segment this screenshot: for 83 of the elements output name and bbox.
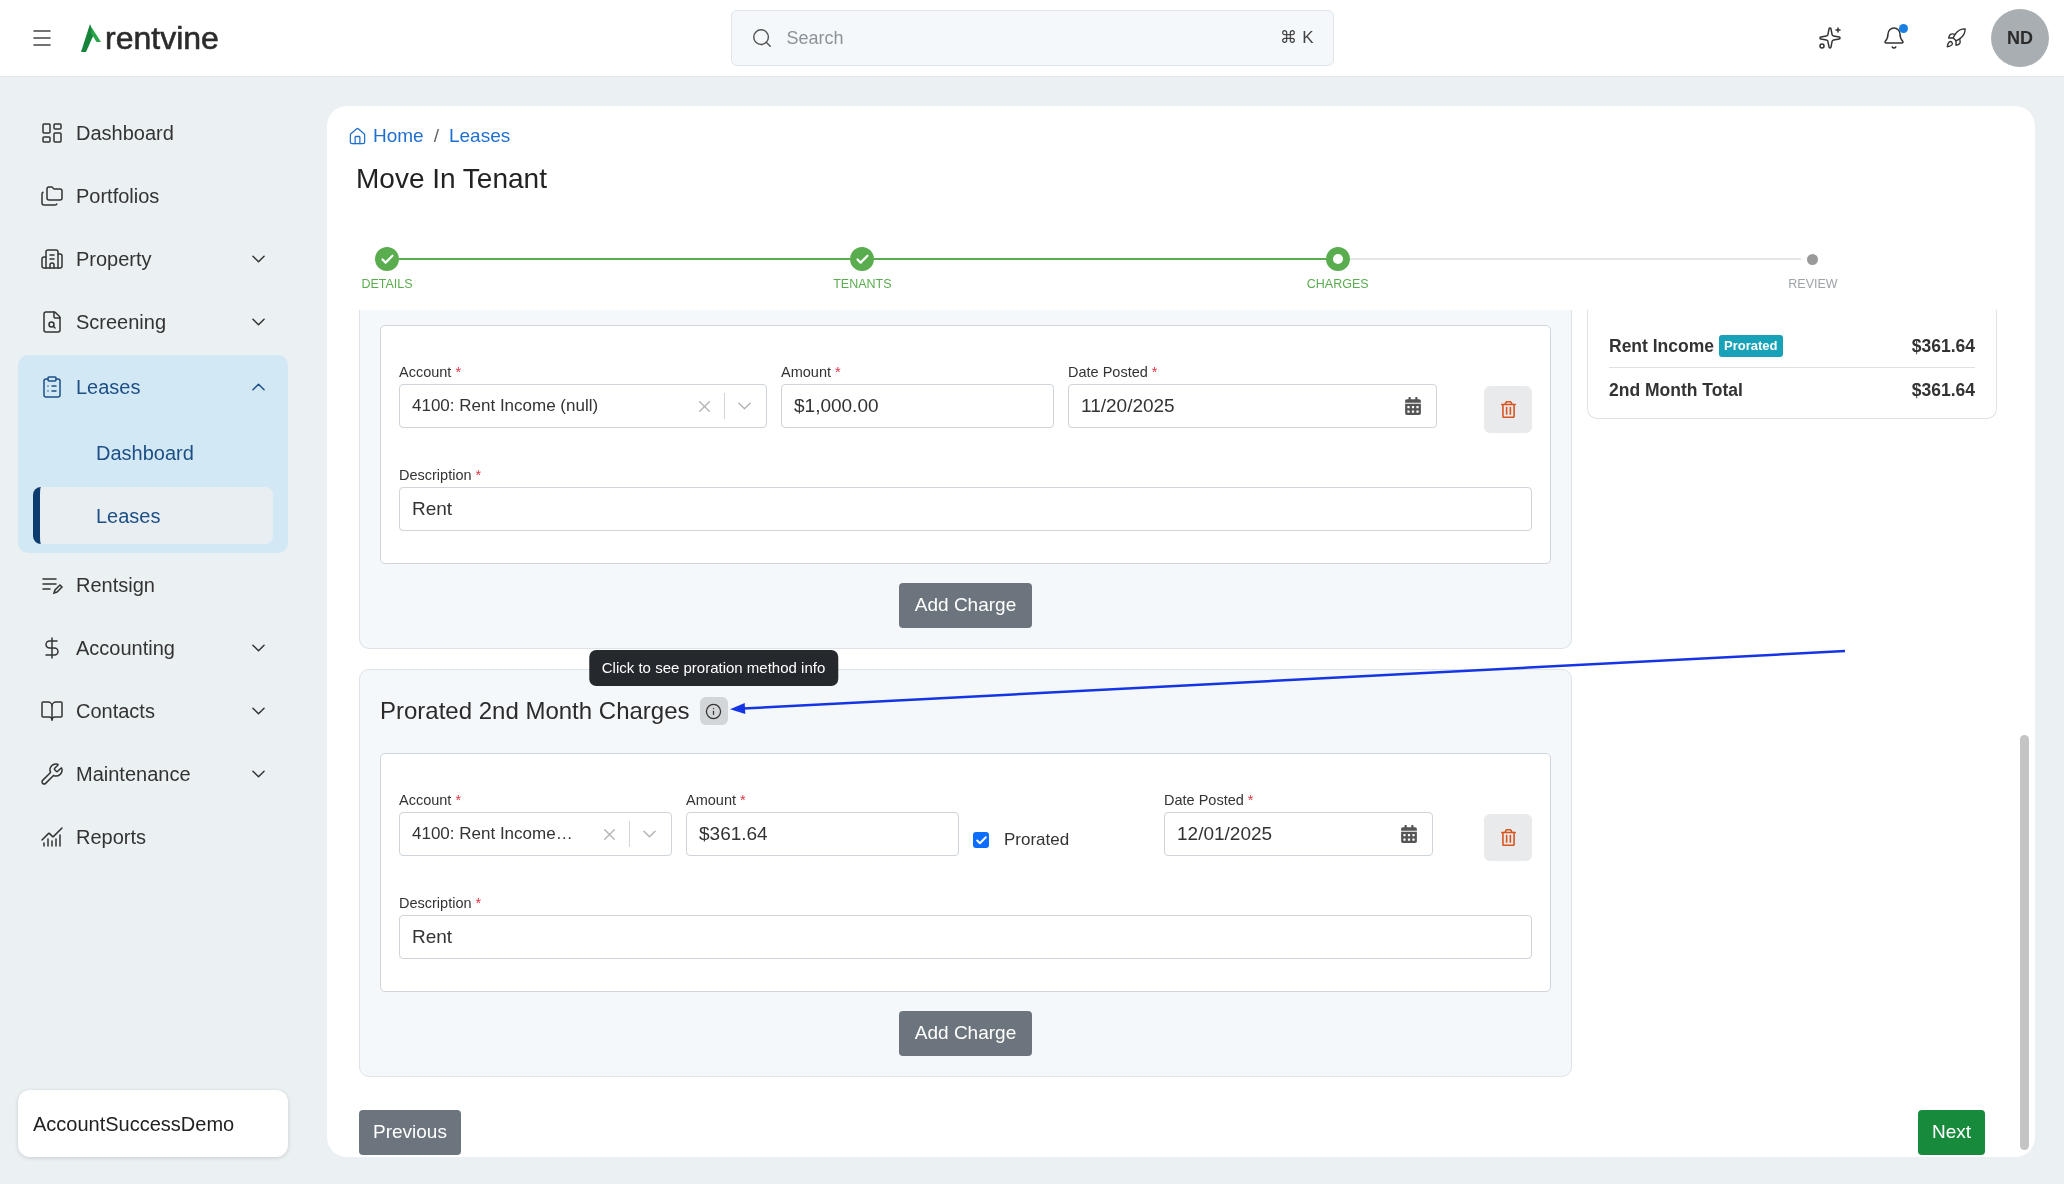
grid-icon — [40, 120, 64, 145]
field-label: Amount — [686, 792, 736, 808]
prorated-badge: Prorated — [1719, 335, 1783, 357]
field-label: Description — [399, 467, 472, 483]
home-icon — [348, 126, 367, 146]
sidebar-subitem[interactable]: Dashboard — [33, 424, 273, 481]
amount-field[interactable]: $1,000.00 — [781, 384, 1054, 428]
field-label: Date Posted — [1068, 364, 1148, 380]
required-mark: * — [475, 895, 482, 911]
summary-amount: $361.64 — [1911, 334, 1975, 358]
scrollbar-thumb[interactable] — [2020, 735, 2029, 1150]
avatar-button[interactable]: ND — [1991, 9, 2049, 67]
sidebar-item[interactable]: Portfolios — [18, 164, 288, 227]
description-field[interactable]: Rent — [399, 915, 1532, 959]
logo-mark-icon — [80, 23, 102, 53]
delete-button[interactable] — [1484, 814, 1532, 861]
calendar-icon[interactable] — [1405, 397, 1421, 415]
add-charge-button[interactable]: Add Charge — [898, 1011, 1033, 1056]
date-field[interactable]: 12/01/2025 — [1164, 812, 1433, 856]
field-label: Description — [399, 895, 472, 911]
trash-icon — [1500, 829, 1516, 846]
date-field[interactable]: 11/20/2025 — [1068, 384, 1437, 428]
trash-icon — [1500, 401, 1516, 418]
required-mark: * — [740, 792, 746, 808]
chart-icon — [40, 824, 64, 849]
breadcrumb-separator: / — [433, 123, 439, 148]
amount-field[interactable]: $361.64 — [686, 812, 959, 856]
sidebar-item[interactable]: Leases — [18, 355, 288, 418]
sidebar-item[interactable]: Contacts — [18, 679, 288, 742]
previous-button[interactable]: Previous — [359, 1110, 461, 1155]
calendar-icon[interactable] — [1401, 825, 1417, 843]
info-icon — [705, 702, 722, 720]
sidebar-item[interactable]: Dashboard — [18, 101, 288, 164]
total-label: 2nd Month Total — [1609, 378, 1743, 402]
breadcrumb-link[interactable]: Leases — [448, 121, 511, 151]
rocket-icon — [1945, 27, 1967, 49]
section-title: Prorated 2nd Month Charges — [380, 696, 690, 726]
sidebar-item[interactable]: Maintenance — [18, 742, 288, 805]
field-label: Account — [399, 364, 452, 380]
checkbox-label[interactable]: Prorated — [1004, 827, 1070, 853]
info-button[interactable] — [699, 697, 728, 725]
required-mark: * — [455, 364, 462, 380]
delete-button[interactable] — [1484, 386, 1532, 433]
clipboard-icon — [40, 374, 64, 399]
building-icon — [40, 246, 64, 271]
required-mark: * — [455, 792, 462, 808]
page-title: Move In Tenant — [355, 162, 548, 196]
step-label: TENANTS — [833, 277, 892, 291]
sidebar-item[interactable]: Rentsign — [18, 553, 288, 616]
tooltip: Click to see proration method info — [588, 650, 839, 686]
checkbox[interactable] — [973, 832, 989, 848]
wrench-icon — [40, 761, 64, 786]
required-mark: * — [1247, 792, 1254, 808]
sidebar-item[interactable]: Property — [18, 227, 288, 290]
sidebar-item[interactable]: Screening — [18, 290, 288, 353]
step-label: CHARGES — [1306, 277, 1369, 291]
step-label: REVIEW — [1788, 277, 1838, 291]
step-label: DETAILS — [361, 277, 413, 291]
required-mark: * — [1151, 364, 1158, 380]
field-label: Account — [399, 792, 452, 808]
field-label: Date Posted — [1164, 792, 1244, 808]
sidebar-item[interactable]: Reports — [18, 805, 288, 868]
book-icon — [40, 698, 64, 723]
total-amount: $361.64 — [1911, 378, 1975, 402]
description-field[interactable]: Rent — [399, 487, 1532, 531]
sidebar-item[interactable]: Accounting — [18, 616, 288, 679]
field-label: Amount — [781, 364, 831, 380]
add-charge-button[interactable]: Add Charge — [898, 583, 1033, 628]
required-mark: * — [475, 467, 482, 483]
required-mark: * — [835, 364, 841, 380]
account-switcher[interactable]: AccountSuccessDemo — [18, 1090, 288, 1157]
sidebar-subitem[interactable]: Leases — [33, 487, 273, 544]
folders-icon — [40, 183, 64, 208]
sparkles-button[interactable] — [1817, 25, 1843, 51]
sparkles-icon — [1818, 26, 1842, 50]
summary-label: Rent Income — [1609, 334, 1715, 358]
breadcrumb-link[interactable]: Home — [373, 121, 424, 151]
shortcut-hint: ⌘ K — [1280, 27, 1314, 49]
bell-icon — [1882, 26, 1906, 50]
next-button[interactable]: Next — [1917, 1110, 1985, 1155]
logo-text: rentvine — [105, 22, 219, 54]
file-search-icon — [40, 309, 64, 334]
search-icon — [750, 27, 773, 49]
